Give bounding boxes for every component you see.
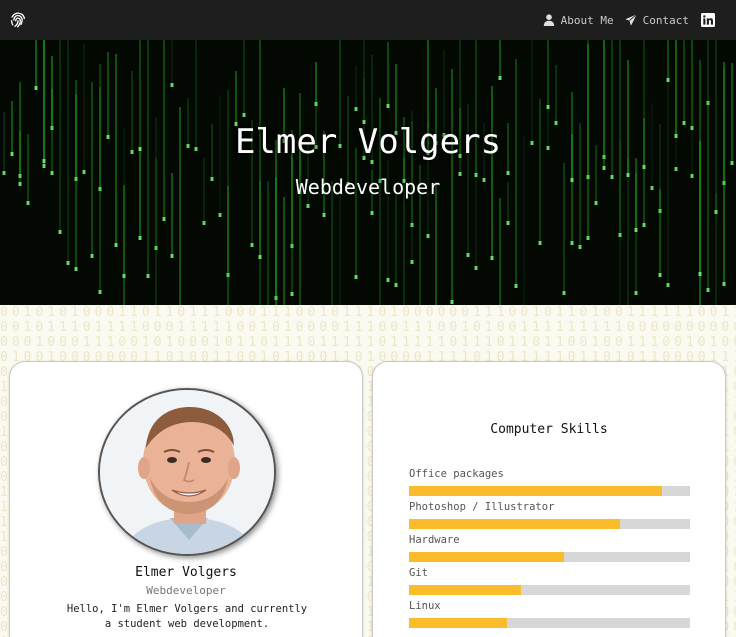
skills-card: Computer Skills Office packages Photoshop…: [372, 361, 726, 637]
skill-progress-bar: [409, 552, 690, 562]
skill-progress-fill: [409, 486, 662, 496]
matrix-rain-background: [2, 40, 734, 305]
skill-progress-fill: [409, 552, 564, 562]
linkedin-icon[interactable]: [701, 13, 715, 27]
skill-item: Hardware: [409, 534, 691, 567]
avatar: [98, 388, 276, 556]
fingerprint-icon[interactable]: [9, 11, 27, 29]
person-icon: [543, 14, 554, 26]
skill-label: Git: [409, 567, 428, 579]
hero-banner: Elmer Volgers Webdeveloper: [0, 40, 736, 305]
skill-progress-bar: [409, 618, 690, 628]
skills-list: Office packages Photoshop / Illustrator Ha…: [409, 468, 691, 633]
profile-bio: Hello, I'm Elmer Volgers and currently a…: [66, 603, 308, 630]
nav-contact-label: Contact: [642, 13, 689, 27]
skill-label: Office packages: [409, 468, 504, 480]
skill-item: Linux: [409, 600, 691, 633]
portrait-illustration: [100, 390, 274, 554]
skill-label: Linux: [409, 600, 441, 612]
skill-item: Photoshop / Illustrator: [409, 501, 691, 534]
hero-subtitle: Webdeveloper: [295, 175, 441, 199]
skill-progress-bar: [409, 486, 690, 496]
nav-about-me-label: About Me: [560, 13, 614, 27]
skill-progress-bar: [409, 519, 690, 529]
nav-contact[interactable]: Contact: [625, 14, 689, 27]
nav-about-me[interactable]: About Me: [543, 14, 614, 27]
profile-name: Elmer Volgers: [135, 565, 237, 580]
profile-card: Elmer Volgers Webdeveloper Hello, I'm El…: [9, 361, 363, 637]
skill-item: Office packages: [409, 468, 691, 501]
hero-title: Elmer Volgers: [234, 122, 502, 162]
profile-role: Webdeveloper: [146, 584, 226, 597]
skill-progress-fill: [409, 519, 620, 529]
paper-plane-icon: [625, 14, 637, 26]
skill-progress-fill: [409, 585, 522, 595]
skill-progress-fill: [409, 618, 508, 628]
top-navbar: About Me Contact: [0, 0, 736, 40]
skills-title: Computer Skills: [490, 422, 608, 437]
skill-label: Hardware: [409, 534, 460, 546]
skill-item: Git: [409, 567, 691, 600]
skill-progress-bar: [409, 585, 690, 595]
skill-label: Photoshop / Illustrator: [409, 501, 555, 513]
